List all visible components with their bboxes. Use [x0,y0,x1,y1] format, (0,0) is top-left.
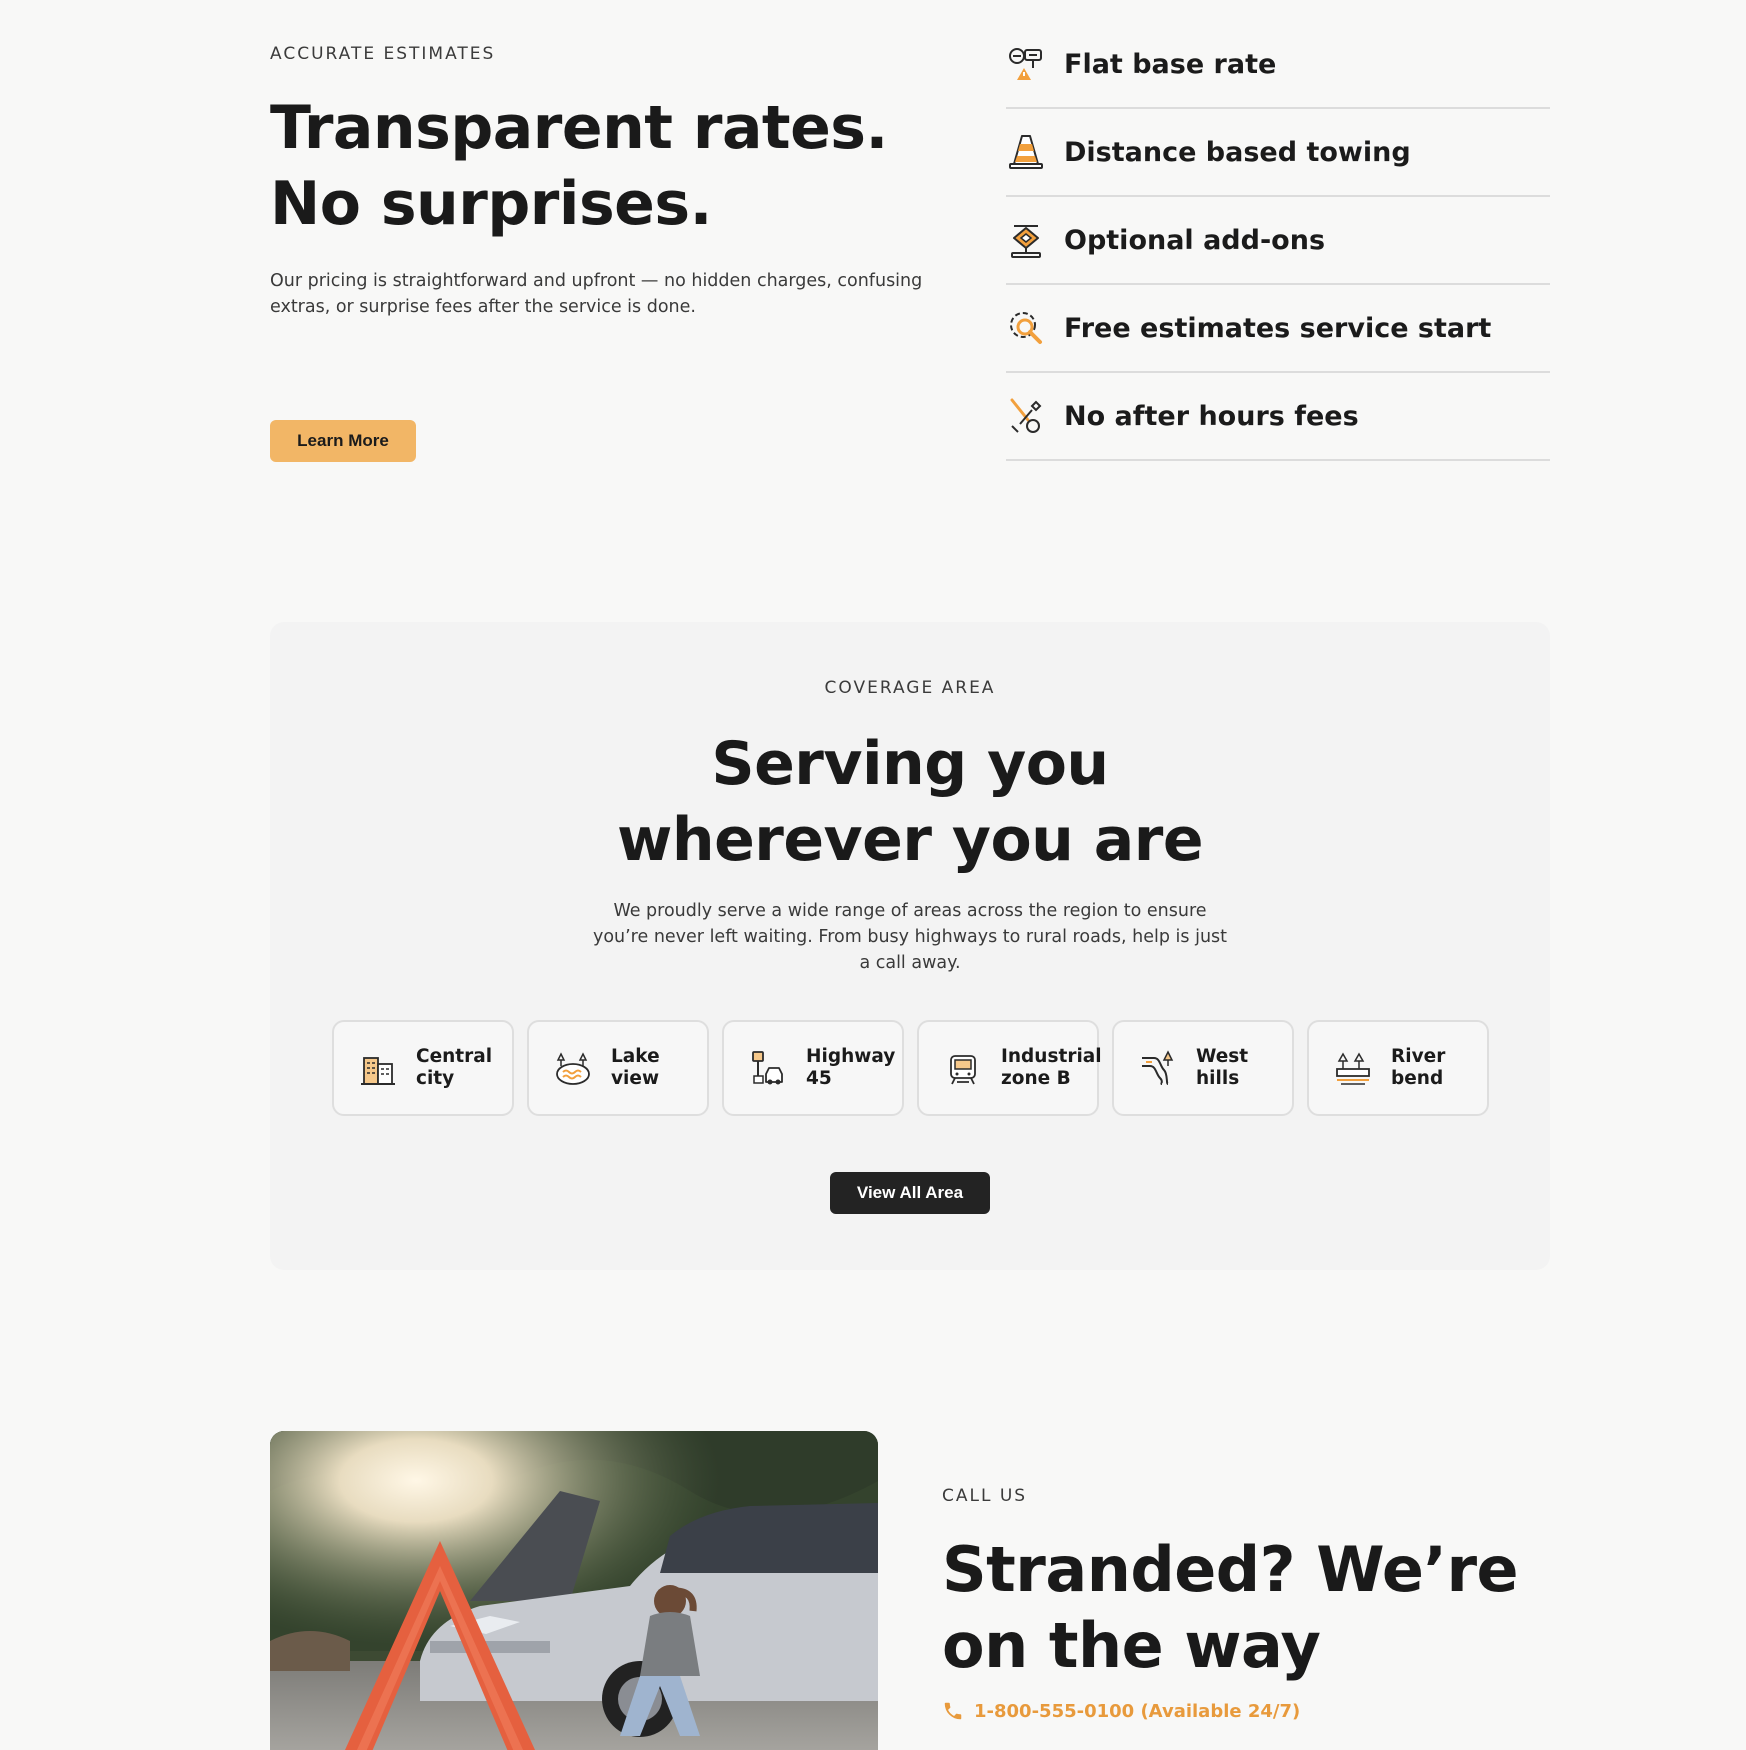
tools-icon [1010,398,1042,433]
area-list: Central city Lake view Highway 45 Indust… [332,1020,1489,1116]
estimates-title-line1: Transparent rates. [270,93,888,163]
area-label-line2: 45 [806,1068,832,1089]
area-label: Industrial zone B [1001,1046,1102,1090]
learn-more-button[interactable]: Learn More [270,420,416,462]
coverage-title-line2: wherever you are [616,805,1204,875]
area-card-west-hills[interactable]: West hills [1112,1020,1294,1116]
feature-item: Distance based towing [1006,109,1550,197]
feature-item: No after hours fees [1006,373,1550,461]
coverage-title: Serving you wherever you are [270,726,1550,878]
call-section: CALL US Stranded? We’re on the way 1-800… [942,1486,1542,1722]
area-label-line2: view [611,1068,660,1089]
area-label-line2: hills [1196,1068,1240,1089]
area-label-line1: West [1196,1046,1249,1067]
estimates-title-line2: No surprises. [270,169,712,239]
feature-item: Flat base rate [1006,21,1550,109]
call-eyebrow: CALL US [942,1486,1028,1506]
car-jack-icon [1011,225,1041,258]
feature-label: Flat base rate [1064,48,1277,80]
area-label-line2: bend [1391,1068,1444,1089]
lake-icon [556,1052,590,1085]
coverage-title-line1: Serving you [711,729,1109,799]
area-label-line1: Industrial [1001,1046,1102,1067]
area-card-highway-45[interactable]: Highway 45 [722,1020,904,1116]
area-label: Central city [416,1046,512,1090]
area-label: Lake view [611,1046,707,1090]
area-card-river-bend[interactable]: River bend [1307,1020,1489,1116]
feature-label: Optional add-ons [1064,224,1326,256]
area-label: West hills [1196,1046,1292,1090]
area-label-line1: Lake [611,1046,660,1067]
pricing-feature-list: Flat base rate Distance based towing Opt… [1006,21,1550,461]
photo-illustration [270,1431,878,1750]
area-label-line2: city [416,1068,455,1089]
stranded-driver-photo [270,1431,878,1750]
area-label-line2: zone B [1001,1068,1071,1089]
area-label-line1: River [1391,1046,1446,1067]
area-card-central-city[interactable]: Central city [332,1020,514,1116]
call-title-line1: Stranded? We’re [942,1533,1519,1606]
call-title-line2: on the way [942,1609,1321,1682]
phone-icon [944,1702,962,1720]
area-label-line1: Central [416,1046,493,1067]
area-label-line1: Highway [806,1046,896,1067]
area-label: Highway 45 [806,1046,902,1090]
estimates-section: ACCURATE ESTIMATES Transparent rates. No… [270,44,930,320]
estimates-description: Our pricing is straightforward and upfro… [270,271,923,317]
road-sign-icon [1009,48,1042,80]
river-bridge-icon [1336,1052,1370,1085]
coverage-section: COVERAGE AREA Serving you wherever you a… [270,622,1550,1270]
estimates-title: Transparent rates. No surprises. [270,90,930,242]
factory-icon [950,1055,976,1085]
coverage-description: We proudly serve a wide range of areas a… [592,901,1228,973]
area-label: River bend [1391,1046,1487,1090]
view-all-area-button[interactable]: View All Area [830,1172,990,1214]
gear-search-icon [1010,312,1042,344]
buildings-icon [361,1057,395,1085]
call-title: Stranded? We’re on the way [942,1532,1542,1684]
feature-label: No after hours fees [1064,400,1359,432]
area-card-lake-view[interactable]: Lake view [527,1020,709,1116]
coverage-eyebrow: COVERAGE AREA [824,678,996,698]
feature-label: Distance based towing [1064,136,1411,168]
phone-number: 1-800-555-0100 (Available 24/7) [974,1700,1301,1722]
feature-item: Free estimates service start [1006,285,1550,373]
area-card-industrial-zone-b[interactable]: Industrial zone B [917,1020,1102,1116]
phone-link[interactable]: 1-800-555-0100 (Available 24/7) [942,1700,1542,1722]
traffic-cone-icon [1009,135,1043,169]
feature-label: Free estimates service start [1064,312,1492,344]
feature-item: Optional add-ons [1006,197,1550,285]
estimates-eyebrow: ACCURATE ESTIMATES [270,44,496,64]
hills-road-icon [1142,1050,1174,1085]
highway-icon [752,1051,783,1085]
